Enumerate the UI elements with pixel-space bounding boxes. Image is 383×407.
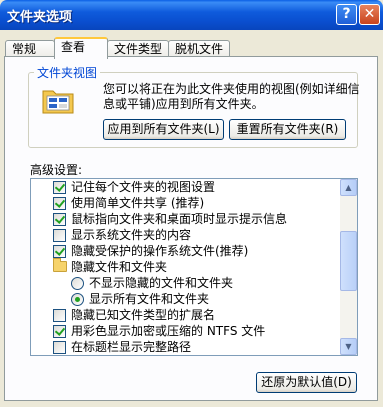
setting-label: 在标题栏显示完整路径 [71,340,192,354]
checkbox[interactable] [53,181,66,194]
checkbox[interactable] [53,341,66,354]
setting-label: 隐藏已知文件类型的扩展名 [71,308,216,322]
scroll-down-button[interactable]: ▼ [340,338,357,355]
folder-views-label: 文件夹视图 [34,64,101,81]
radio-button[interactable] [71,293,84,306]
reset-all-folders-button[interactable]: 重置所有文件夹(R) [229,119,346,140]
title-bar: 文件夹选项 ? ✕ [0,0,383,30]
scroll-thumb[interactable] [340,231,357,291]
folder-views-icon [42,90,74,114]
vertical-scrollbar[interactable]: ▲ ▼ [340,179,357,355]
checkbox[interactable] [53,229,66,242]
setting-label: 显示所有文件和文件夹 [89,292,210,306]
help-button[interactable]: ? [336,4,357,25]
setting-label: 使用简单文件共享 (推荐) [71,196,205,210]
advanced-settings-label: 高级设置: [30,163,83,177]
setting-label: 鼠标指向文件夹和桌面项时显示提示信息 [71,212,288,226]
checkbox[interactable] [53,197,66,210]
apply-to-all-folders-button[interactable]: 应用到所有文件夹(L) [103,119,224,140]
checkbox[interactable] [53,245,66,258]
setting-label: 不显示隐藏的文件和文件夹 [89,276,234,290]
setting-label: 用彩色显示加密或压缩的 NTFS 文件 [71,324,266,338]
restore-defaults-button[interactable]: 还原为默认值(D) [256,372,357,393]
setting-label: 记住每个文件夹的视图设置 [71,180,216,194]
checkbox[interactable] [53,325,66,338]
window-title: 文件夹选项 [7,10,73,25]
tab-view[interactable]: 查看 [54,37,108,59]
radio-button[interactable] [71,277,84,290]
folder-icon [53,258,67,272]
setting-label: 隐藏文件和文件夹 [71,260,168,274]
close-button[interactable]: ✕ [359,4,380,25]
checkbox[interactable] [53,309,66,322]
setting-label: 隐藏受保护的操作系统文件(推荐) [71,244,249,258]
advanced-settings-list[interactable]: 记住每个文件夹的视图设置 使用简单文件共享 (推荐) 鼠标指向文件夹和桌面项时显… [30,178,358,356]
scroll-up-button[interactable]: ▲ [340,179,357,196]
checkbox[interactable] [53,213,66,226]
folder-views-description: 您可以将正在为此文件夹使用的视图(例如详细信息或平铺)应用到所有文件夹。 [103,82,360,111]
setting-label: 显示系统文件夹的内容 [71,228,192,242]
